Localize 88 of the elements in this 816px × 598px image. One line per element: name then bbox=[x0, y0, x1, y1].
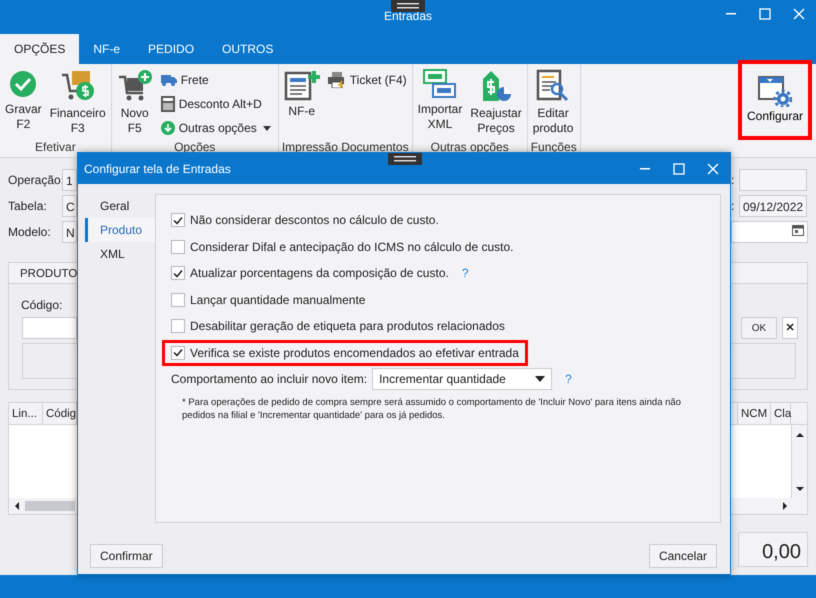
scrollbar[interactable] bbox=[731, 498, 807, 514]
ribbon-button[interactable]: Gravar F2 bbox=[3, 69, 44, 140]
ribbon-button[interactable]: Financeiro F3 bbox=[48, 69, 108, 140]
column-header[interactable]: Lin... bbox=[9, 403, 43, 424]
text-field[interactable]: 09/12/2022 bbox=[739, 195, 807, 217]
field-label: : bbox=[731, 172, 736, 189]
document-search-icon bbox=[536, 69, 570, 103]
date-field[interactable] bbox=[731, 221, 808, 243]
files-icon bbox=[423, 69, 457, 99]
help-link[interactable]: ? bbox=[565, 370, 572, 388]
panel-title: PRODUTO bbox=[19, 267, 78, 282]
ribbon-button[interactable]: Editar produto bbox=[530, 69, 576, 140]
close-icon bbox=[707, 162, 719, 174]
checkbox-label[interactable]: Desabilitar geração de etiqueta para produtos relacionados bbox=[190, 317, 505, 336]
ribbon-tab[interactable]: OUTROS bbox=[208, 34, 288, 64]
document-add-icon bbox=[284, 69, 320, 101]
truck-icon bbox=[160, 73, 177, 87]
minimize-icon bbox=[726, 13, 736, 15]
checkbox[interactable] bbox=[171, 292, 185, 307]
checkbox[interactable] bbox=[171, 346, 185, 360]
check-icon bbox=[8, 69, 38, 99]
checkbox-label[interactable]: Lançar quantidade manualmente bbox=[190, 290, 366, 309]
calculator-icon bbox=[160, 96, 175, 112]
field-label: Comportamento ao incluir novo item: bbox=[171, 371, 368, 388]
printer-icon bbox=[328, 72, 346, 88]
total-field: 0,00 bbox=[738, 532, 808, 567]
ribbon-button[interactable]: Novo F5 bbox=[114, 69, 155, 140]
group-label: Outras opções bbox=[430, 140, 510, 154]
text-field[interactable] bbox=[739, 169, 807, 191]
caret-icon bbox=[535, 376, 546, 382]
field-label: Operação: bbox=[8, 172, 62, 189]
window-title: Entradas bbox=[384, 8, 432, 25]
ribbon-button[interactable]: Frete bbox=[158, 69, 275, 91]
cancel-button[interactable]: Cancelar bbox=[648, 544, 717, 568]
checkbox-label[interactable]: Atualizar porcentagens da composição de custo. bbox=[190, 264, 449, 282]
group-label: Impressão Documentos bbox=[282, 140, 409, 154]
field-label: Modelo: bbox=[8, 224, 52, 241]
group-label: Efetivar bbox=[34, 140, 77, 154]
settings-icon bbox=[758, 75, 792, 107]
text-field[interactable]: C bbox=[62, 195, 77, 217]
text-field[interactable]: 1 bbox=[62, 169, 77, 191]
maximize-icon bbox=[759, 8, 771, 20]
checkbox-label[interactable]: Verifica se existe produtos encomendados ao efetivar entrada bbox=[190, 344, 519, 362]
field-label: Código: bbox=[21, 297, 64, 314]
ribbon-button[interactable]: Outras opções bbox=[158, 117, 275, 139]
cart-money-icon bbox=[60, 69, 96, 103]
group-label: Opções bbox=[173, 140, 216, 154]
dialog-title: Configurar tela de Entradas bbox=[84, 160, 231, 178]
code-field[interactable] bbox=[22, 317, 77, 339]
field-label: : bbox=[731, 198, 736, 215]
clear-button[interactable]: ✕ bbox=[782, 317, 798, 339]
grip-icon[interactable] bbox=[391, 0, 425, 12]
configure-button[interactable]: Configurar bbox=[738, 60, 812, 140]
checkbox[interactable] bbox=[171, 266, 185, 280]
note-text: * Para operações de pedido de compra sempre será assumido o comportamento de 'Incluir Novo' para itens ainda não pedidos na filial e 'Incrementar quantidade' para os já pedidos. bbox=[181, 396, 682, 422]
ribbon-tab[interactable]: NF-e bbox=[79, 34, 134, 64]
help-link[interactable]: ? bbox=[462, 264, 469, 282]
nav-item[interactable]: Produto bbox=[85, 218, 155, 242]
close-icon bbox=[793, 8, 805, 20]
checkbox-label[interactable]: Não considerar descontos no cálculo de custo. bbox=[190, 211, 439, 230]
text-field[interactable]: N bbox=[62, 221, 77, 243]
grip-icon[interactable] bbox=[388, 153, 422, 165]
ribbon-tab[interactable]: OPÇÕES bbox=[0, 34, 80, 64]
ribbon-button[interactable]: Desconto Alt+D bbox=[158, 93, 275, 115]
group-label: Funções bbox=[530, 140, 577, 154]
calendar-icon[interactable] bbox=[792, 224, 804, 236]
column-header[interactable]: NCM bbox=[738, 403, 771, 424]
checkbox[interactable] bbox=[171, 213, 185, 228]
maximize-icon bbox=[673, 162, 685, 174]
minimize-icon bbox=[640, 168, 650, 170]
checkbox[interactable] bbox=[171, 319, 185, 334]
ok-button[interactable]: OK bbox=[741, 317, 777, 339]
checkbox[interactable] bbox=[171, 240, 185, 254]
column-header[interactable]: Cla bbox=[771, 403, 791, 424]
ribbon-button[interactable]: Importar XML bbox=[416, 69, 464, 140]
cart-add-icon bbox=[116, 69, 153, 103]
down-arrow-icon bbox=[160, 121, 175, 135]
field-label: Tabela: bbox=[8, 198, 48, 215]
checkbox-label[interactable]: Considerar Difal e antecipação do ICMS no cálculo de custo. bbox=[190, 238, 514, 256]
scrollbar[interactable] bbox=[9, 498, 77, 514]
ribbon-button[interactable]: Reajustar Preços bbox=[468, 69, 524, 140]
nav-item[interactable]: Geral bbox=[85, 194, 155, 218]
ribbon-button[interactable]: NF-e bbox=[282, 69, 322, 140]
dropdown[interactable]: Incrementar quantidade bbox=[372, 368, 552, 390]
nav-item[interactable]: XML bbox=[85, 242, 155, 266]
ribbon-button[interactable]: Ticket (F4) bbox=[326, 69, 409, 91]
ribbon-tab[interactable]: PEDIDO bbox=[134, 34, 208, 64]
confirm-button[interactable]: Confirmar bbox=[90, 544, 163, 568]
